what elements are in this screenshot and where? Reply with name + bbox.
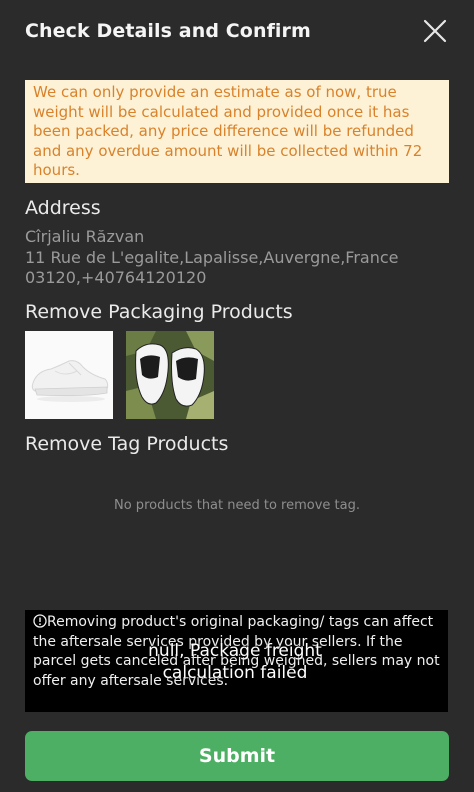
error-toast-line: calculation failed [162,663,308,683]
error-toast: null, Package freight calculation failed [128,640,342,684]
white-sneaker-image [25,331,113,419]
submit-button[interactable]: Submit [25,731,449,781]
remove-tag-empty-message: No products that need to remove tag. [114,498,360,513]
error-toast-line: null, Package freight [148,641,322,661]
modal-header: Check Details and Confirm [25,18,454,46]
address-recipient-name: Cîrjaliu Răzvan [25,227,145,246]
packaging-product-thumbnail[interactable] [126,331,214,419]
address-section-title: Address [25,197,101,219]
weight-estimate-notice: We can only provide an estimate as of no… [25,80,449,183]
address-street-line: 11 Rue de L'egalite,Lapalisse,Auvergne,F… [25,248,399,267]
packaging-product-thumbnail[interactable] [25,331,113,419]
info-circle-icon [33,614,47,628]
remove-packaging-section-title: Remove Packaging Products [25,301,293,323]
close-icon[interactable] [422,18,448,44]
remove-tag-section-title: Remove Tag Products [25,433,229,455]
address-postal-phone-line: 03120,+40764120120 [25,268,207,287]
black-white-sneakers-image [126,331,214,419]
page-title: Check Details and Confirm [25,20,311,42]
